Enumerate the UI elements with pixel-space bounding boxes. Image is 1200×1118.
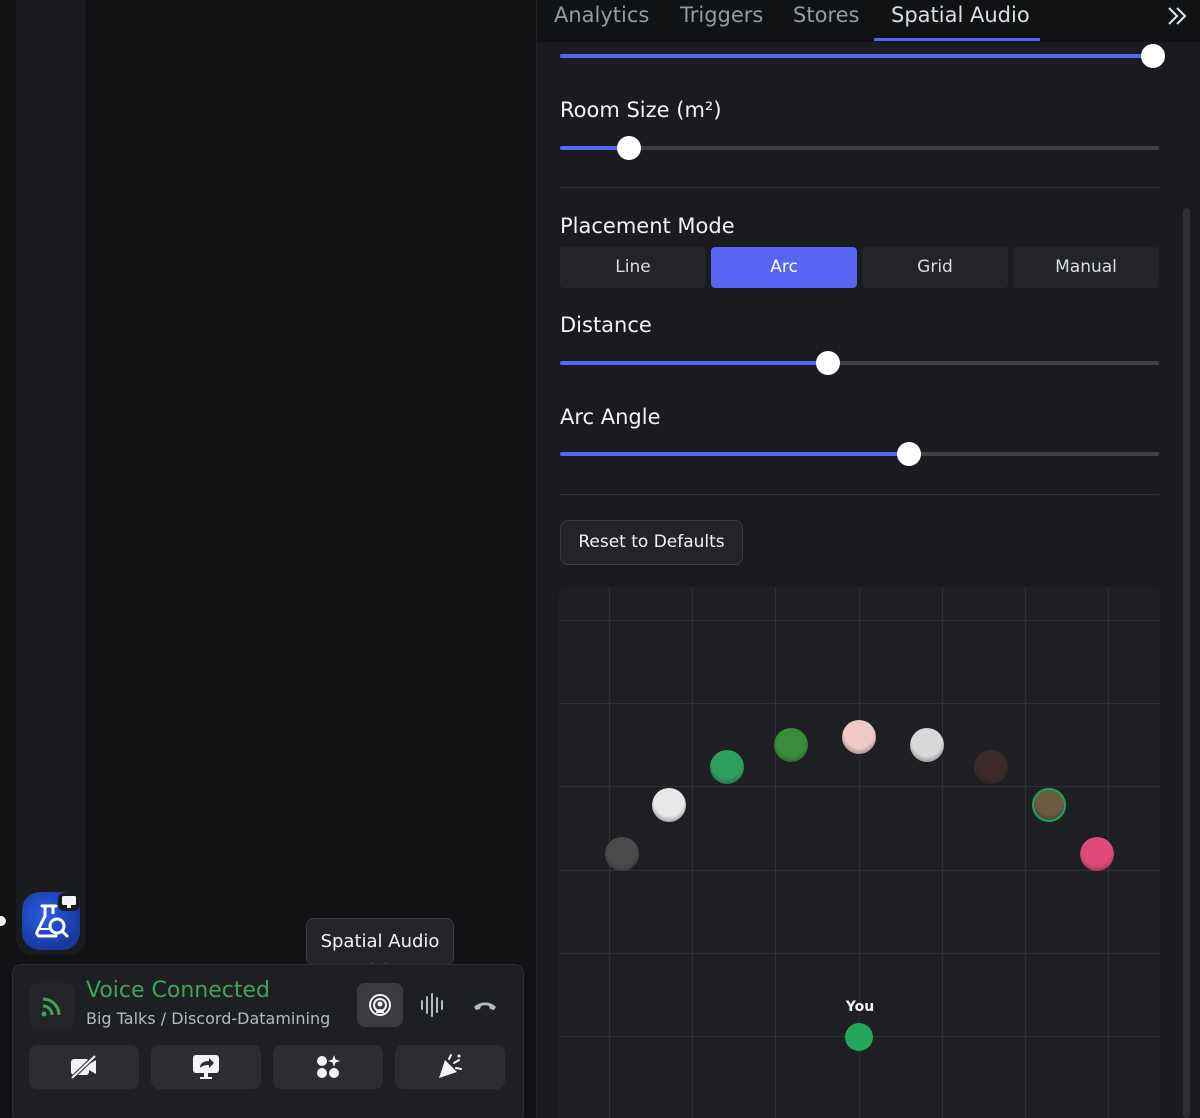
- tab-analytics[interactable]: Analytics: [554, 0, 649, 42]
- activities-button[interactable]: [273, 1045, 383, 1089]
- voice-connection-panel: Voice Connected Big Talks / Discord-Data…: [12, 964, 524, 1118]
- divider: [560, 494, 1159, 495]
- grid-line: [942, 587, 943, 1118]
- spatial-audio-tooltip: Spatial Audio: [306, 918, 454, 965]
- pink-hex-avatar[interactable]: [1080, 837, 1114, 871]
- wolf-avatar[interactable]: [605, 837, 639, 871]
- left-area: Spatial Audio Voice Connected Big Talks …: [0, 0, 536, 1118]
- tab-triggers[interactable]: Triggers: [680, 0, 763, 42]
- camera-off-button[interactable]: [29, 1045, 139, 1089]
- screen-share-button[interactable]: [151, 1045, 261, 1089]
- black-cat-avatar[interactable]: [710, 750, 744, 784]
- tab-stores[interactable]: Stores: [793, 0, 859, 42]
- you-label: You: [845, 999, 875, 1015]
- placement-mode-label: Placement Mode: [560, 214, 735, 238]
- placement-grid-button[interactable]: Grid: [862, 247, 1008, 288]
- distance-label: Distance: [560, 313, 652, 337]
- grid-line: [692, 587, 693, 1118]
- more-tabs-button[interactable]: [1165, 4, 1189, 32]
- placement-arc-button[interactable]: Arc: [711, 247, 857, 288]
- voice-status[interactable]: Voice Connected: [86, 978, 270, 1003]
- screen-share-icon: [193, 1055, 219, 1079]
- signal-icon: [41, 997, 61, 1017]
- anime-pink-hair-avatar[interactable]: [842, 720, 876, 754]
- slider-fill: [560, 452, 910, 456]
- disconnect-button[interactable]: [461, 983, 507, 1027]
- divider: [560, 187, 1159, 188]
- spatial-preview-grid[interactable]: You: [559, 587, 1160, 1118]
- tab-spatial-audio[interactable]: Spatial Audio: [891, 0, 1030, 42]
- slider-fill: [560, 54, 1153, 58]
- soundboard-button[interactable]: [409, 983, 455, 1027]
- waveform-icon: [421, 993, 443, 1017]
- activities-icon: [317, 1055, 340, 1078]
- master-slider[interactable]: [560, 44, 1165, 68]
- room-size-label: Room Size (m²): [560, 98, 722, 122]
- monitor-icon: [62, 896, 76, 908]
- grid-line: [1025, 587, 1026, 1118]
- reset-to-defaults-button[interactable]: Reset to Defaults: [560, 520, 743, 565]
- slider-thumb[interactable]: [616, 136, 641, 160]
- slider-thumb[interactable]: [897, 442, 922, 466]
- camera-off-icon: [70, 1054, 97, 1080]
- white-cat-avatar[interactable]: [652, 788, 686, 822]
- panel-scrollbar[interactable]: [1183, 208, 1190, 1118]
- voice-channel[interactable]: Big Talks / Discord-Datamining: [86, 1009, 330, 1028]
- dark-character-avatar[interactable]: [974, 750, 1008, 784]
- spatial-audio-settings-panel: Analytics Triggers Stores Spatial Audio …: [536, 0, 1200, 1118]
- soundboard-party-button[interactable]: [395, 1045, 505, 1089]
- placement-manual-button[interactable]: Manual: [1013, 247, 1159, 288]
- arc-angle-slider[interactable]: [560, 442, 1159, 466]
- grid-line: [775, 587, 776, 1118]
- outlined-avatar[interactable]: [1032, 788, 1066, 822]
- spatial-audio-button[interactable]: [357, 983, 403, 1027]
- placement-line-button[interactable]: Line: [560, 247, 706, 288]
- tab-bar: Analytics Triggers Stores Spatial Audio: [537, 0, 1200, 42]
- slider-thumb[interactable]: [816, 351, 841, 375]
- anime-white-hair-avatar[interactable]: [910, 728, 944, 762]
- slider-thumb[interactable]: [1141, 44, 1165, 68]
- server-rail: [16, 0, 86, 955]
- arc-angle-label: Arc Angle: [560, 405, 661, 429]
- hang-up-icon: [474, 1002, 496, 1010]
- slider-fill: [560, 361, 829, 365]
- alien-avatar[interactable]: [774, 728, 808, 762]
- room-size-slider[interactable]: [560, 136, 1159, 160]
- server-indicator-dot: [0, 916, 6, 926]
- screenshare-badge: [58, 893, 80, 911]
- you-position-marker[interactable]: [845, 1023, 873, 1051]
- distance-slider[interactable]: [560, 351, 1159, 375]
- party-popper-icon: [439, 1054, 462, 1078]
- spatial-audio-icon: [369, 994, 391, 1016]
- active-tab-indicator: [874, 38, 1040, 41]
- connection-signal-icon[interactable]: [29, 983, 75, 1029]
- double-chevron-right-icon: [1168, 7, 1187, 25]
